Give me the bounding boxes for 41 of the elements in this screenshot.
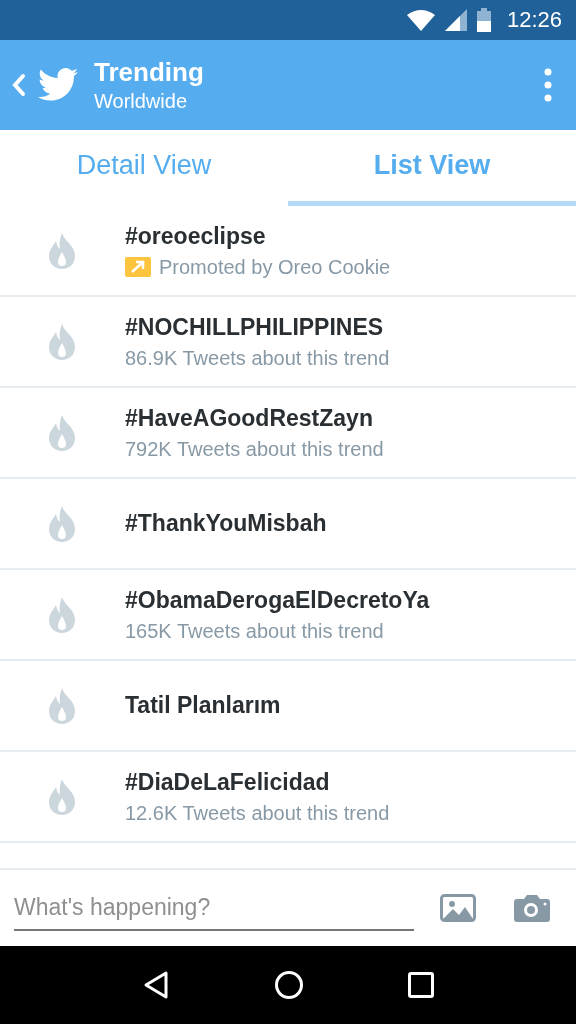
flame-icon: [46, 414, 77, 451]
flame-icon: [46, 596, 77, 633]
wifi-icon: [406, 9, 435, 31]
trend-row[interactable]: #DiaDeLaFelicidad 12.6K Tweets about this trend: [0, 752, 576, 843]
trend-name: #ObamaDerogaElDecretoYa: [125, 586, 430, 614]
battery-icon: [476, 8, 491, 32]
promoted-icon: [125, 257, 151, 277]
tweet-count-text: 792K Tweets about this trend: [125, 437, 384, 461]
tweet-count-text: 165K Tweets about this trend: [125, 619, 384, 643]
bird-logo-icon: [38, 68, 78, 102]
signal-icon: [444, 9, 467, 31]
more-options-icon[interactable]: [544, 68, 552, 102]
trend-row[interactable]: Tatil Planlarım: [0, 661, 576, 752]
flame-icon: [46, 778, 77, 815]
back-icon[interactable]: [12, 73, 26, 97]
clock-time: 12:26: [506, 7, 562, 33]
trend-row[interactable]: #NOCHILLPHILIPPINES 86.9K Tweets about this trend: [0, 297, 576, 388]
trend-row[interactable]: #HaveAGoodRestZayn 792K Tweets about this trend: [0, 388, 576, 479]
flame-icon: [46, 687, 77, 724]
promoted-by-text: Promoted by Oreo Cookie: [159, 255, 391, 279]
trend-name: #NOCHILLPHILIPPINES: [125, 313, 385, 341]
trend-name: #HaveAGoodRestZayn: [125, 404, 374, 432]
trend-row[interactable]: #oreoeclipse Promoted by Oreo Cookie: [0, 206, 576, 297]
flame-icon: [46, 232, 77, 269]
flame-icon: [46, 323, 77, 360]
recents-nav-icon[interactable]: [408, 972, 434, 998]
trend-name: Tatil Planlarım: [125, 692, 281, 719]
trend-name: #ThankYouMisbah: [125, 510, 327, 537]
tweet-count-text: 86.9K Tweets about this trend: [125, 346, 390, 370]
home-nav-icon[interactable]: [274, 970, 304, 1000]
flame-icon: [46, 505, 77, 542]
tweet-count-text: 12.6K Tweets about this trend: [125, 801, 390, 825]
image-icon[interactable]: [440, 894, 476, 922]
camera-icon[interactable]: [514, 894, 550, 922]
trend-row[interactable]: #ObamaDerogaElDecretoYa 165K Tweets about this trend: [0, 570, 576, 661]
trend-row[interactable]: #ThankYouMisbah: [0, 479, 576, 570]
screen-subtitle: Worldwide: [94, 90, 188, 113]
back-nav-icon[interactable]: [142, 970, 170, 1000]
trend-name: #oreoeclipse: [125, 222, 267, 250]
screen-title: Trending: [94, 57, 205, 88]
trend-name: #DiaDeLaFelicidad: [125, 768, 331, 796]
